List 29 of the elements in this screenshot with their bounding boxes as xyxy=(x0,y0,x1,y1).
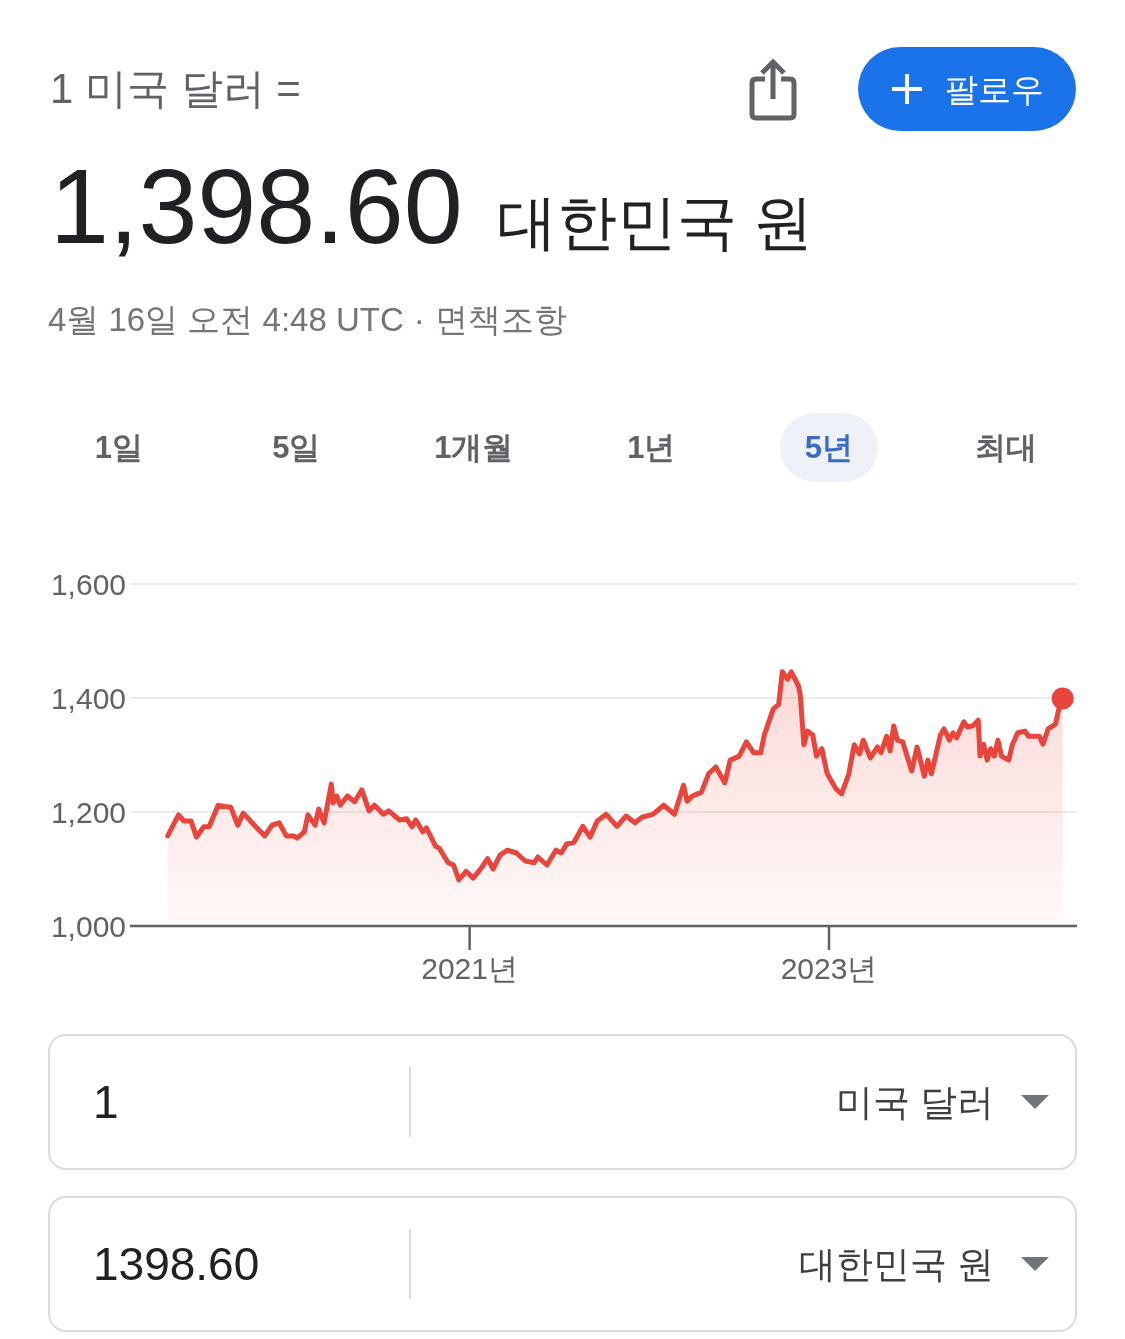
y-axis-label: 1,200 xyxy=(50,795,126,829)
range-tab[interactable]: 최대 xyxy=(950,413,1063,482)
x-axis-label: 2023년 xyxy=(780,951,878,985)
range-tab[interactable]: 5일 xyxy=(247,413,346,482)
base-amount-label: 1 미국 달러 = xyxy=(50,68,301,110)
amount-field[interactable]: 1 xyxy=(50,1062,409,1142)
converted-amount: 1,398.60 xyxy=(50,153,463,259)
y-axis-label: 1,400 xyxy=(50,681,126,715)
follow-button[interactable]: 팔로우 xyxy=(858,47,1076,131)
share-button[interactable] xyxy=(749,57,797,121)
range-tab[interactable]: 1년 xyxy=(602,413,701,482)
separator: · xyxy=(413,300,425,340)
plus-icon xyxy=(890,73,923,105)
share-icon xyxy=(749,57,797,121)
caret-down-icon xyxy=(1021,1095,1049,1109)
currency-dropdown[interactable]: 대한민국 원 xyxy=(411,1224,1075,1304)
caret-down-icon xyxy=(1021,1257,1049,1271)
target-currency-label: 대한민국 원 xyxy=(496,193,814,253)
currency-dropdown[interactable]: 미국 달러 xyxy=(411,1062,1075,1142)
timestamp: 4월 16일 오전 4:48 UTC xyxy=(48,300,404,340)
y-axis-label: 1,600 xyxy=(50,567,126,601)
end-point-marker xyxy=(1051,687,1074,710)
range-tab[interactable]: 1개월 xyxy=(409,413,539,482)
disclaimer-link[interactable]: 면책조항 xyxy=(434,300,567,340)
range-tab[interactable]: 5년 xyxy=(779,413,878,482)
y-axis-label: 1,000 xyxy=(50,909,126,943)
amount-field[interactable]: 1398.60 xyxy=(50,1224,409,1304)
x-axis-label: 2021년 xyxy=(421,951,518,985)
range-tab[interactable]: 1일 xyxy=(69,413,168,482)
